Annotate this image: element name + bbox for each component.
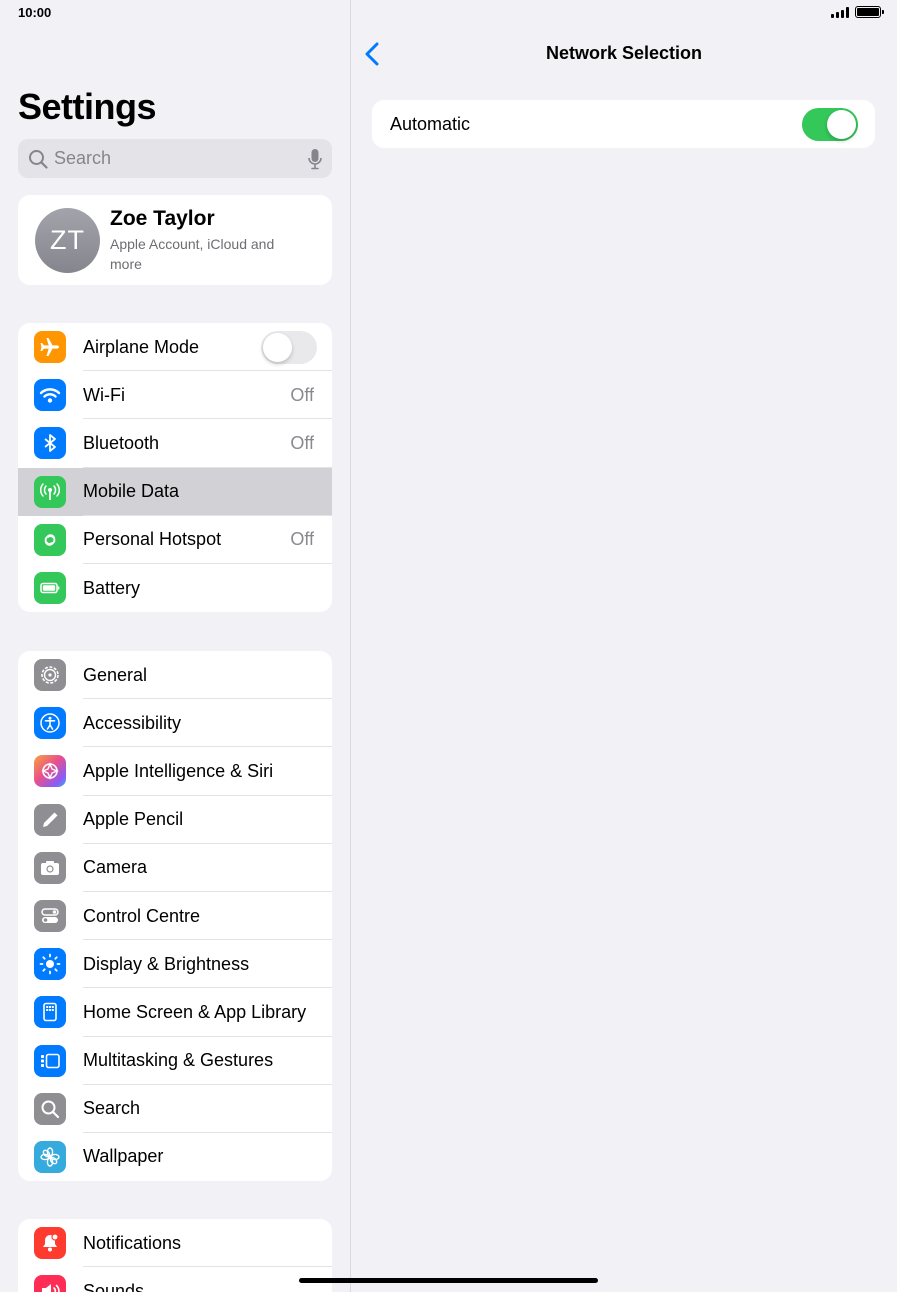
flower-icon — [34, 1140, 66, 1173]
sidebar-item-airplane-mode[interactable]: Airplane Mode — [18, 323, 332, 372]
status-icons — [831, 6, 884, 18]
sidebar-item-value: Off — [290, 384, 314, 405]
sidebar-item-notifications[interactable]: Notifications — [18, 1219, 332, 1268]
sidebar-item-label: Accessibility — [83, 712, 182, 733]
search-bar[interactable] — [18, 139, 332, 178]
sidebar-item-label: Control Centre — [83, 905, 201, 926]
search-input[interactable] — [54, 148, 308, 169]
sidebar-item-label: Apple Pencil — [83, 809, 184, 830]
sidebar-item-wi-fi[interactable]: Wi-Fi Off — [18, 371, 332, 420]
wifi-icon — [34, 379, 66, 412]
sidebar-item-camera[interactable]: Camera — [18, 844, 332, 892]
home-screen-icon — [34, 996, 66, 1029]
detail-header: Network Selection — [351, 30, 897, 78]
sidebar-item-label: Airplane Mode — [83, 336, 200, 357]
sidebar-item-label: Battery — [83, 577, 141, 598]
sidebar-item-label: Sounds — [83, 1280, 145, 1292]
settings-group-system: General Accessibility Apple Intelligence &… — [18, 651, 332, 1182]
sidebar-item-mobile-data[interactable]: Mobile Data — [18, 467, 332, 516]
sidebar-item-multitasking-and-gestures[interactable]: Multitasking & Gestures — [18, 1037, 332, 1085]
battery-icon — [34, 572, 66, 605]
sidebar-item-label: Camera — [83, 857, 148, 878]
microphone-icon[interactable] — [308, 148, 322, 170]
profile-subtitle: Apple Account, iCloud and more — [110, 235, 275, 272]
profile-card[interactable]: ZT Zoe Taylor Apple Account, iCloud and … — [18, 195, 332, 285]
sidebar-item-home-screen-and-app-library[interactable]: Home Screen & App Library — [18, 988, 332, 1037]
camera-icon — [34, 851, 66, 884]
control-centre-icon — [34, 900, 66, 933]
sidebar-item-label: Multitasking & Gestures — [83, 1050, 274, 1071]
search-icon — [29, 149, 48, 169]
sidebar-item-bluetooth[interactable]: Bluetooth Off — [18, 419, 332, 468]
sidebar-item-label: General — [83, 664, 148, 685]
automatic-row: Automatic — [372, 100, 875, 148]
speaker-icon — [34, 1275, 66, 1292]
sidebar-item-value: Off — [290, 432, 314, 453]
search-icon — [34, 1092, 66, 1125]
sidebar-item-apple-intelligence-and-siri[interactable]: Apple Intelligence & Siri — [18, 747, 332, 796]
sidebar-item-label: Home Screen & App Library — [83, 1001, 307, 1022]
sidebar-item-label: Apple Intelligence & Siri — [83, 760, 274, 781]
sidebar-item-label: Search — [83, 1098, 141, 1119]
airplane-icon — [34, 331, 66, 364]
sidebar-item-search[interactable]: Search — [18, 1085, 332, 1133]
page-title: Settings — [18, 86, 157, 127]
sidebar-item-display-and-brightness[interactable]: Display & Brightness — [18, 940, 332, 989]
status-time: 10:00 — [18, 5, 52, 20]
siri-icon — [34, 755, 66, 788]
sidebar-item-label: Wallpaper — [83, 1146, 164, 1167]
accessibility-icon — [34, 707, 66, 740]
sidebar-item-accessibility[interactable]: Accessibility — [18, 699, 332, 748]
bluetooth-icon — [34, 427, 66, 460]
sidebar-item-battery[interactable]: Battery — [18, 564, 332, 612]
sidebar-item-label: Personal Hotspot — [83, 529, 222, 550]
bell-icon — [34, 1227, 66, 1260]
automatic-toggle[interactable] — [802, 107, 858, 141]
sidebar-item-apple-pencil[interactable]: Apple Pencil — [18, 796, 332, 844]
settings-group-notifications: Notifications Sounds — [18, 1219, 332, 1292]
sidebar: Settings ZT Zoe Taylor Apple Account, iC… — [0, 0, 350, 1292]
status-bar: 10:00 — [0, 0, 897, 26]
profile-name: Zoe Taylor — [110, 206, 215, 230]
sidebar-item-label: Display & Brightness — [83, 953, 250, 974]
sidebar-item-label: Mobile Data — [83, 481, 180, 502]
automatic-label: Automatic — [390, 113, 471, 134]
avatar: ZT — [35, 207, 100, 273]
sidebar-item-sounds[interactable]: Sounds — [18, 1267, 332, 1292]
battery-status-icon — [855, 6, 884, 18]
airplane-mode-toggle[interactable] — [261, 330, 317, 364]
sun-icon — [34, 948, 66, 981]
sidebar-item-label: Bluetooth — [83, 432, 160, 453]
settings-group-connectivity: Airplane Mode Wi-Fi Off Bluetooth Off Mobile … — [18, 323, 332, 613]
sidebar-item-label: Notifications — [83, 1232, 182, 1253]
multitasking-icon — [34, 1044, 66, 1077]
signal-icon — [831, 6, 849, 18]
sidebar-item-label: Wi-Fi — [83, 384, 125, 405]
split-divider — [350, 0, 351, 1292]
sidebar-item-personal-hotspot[interactable]: Personal Hotspot Off — [18, 516, 332, 564]
antenna-icon — [34, 475, 66, 508]
sidebar-item-value: Off — [290, 529, 314, 550]
detail-title: Network Selection — [545, 43, 703, 63]
home-indicator[interactable] — [299, 1278, 598, 1283]
pencil-icon — [34, 803, 66, 836]
sidebar-item-control-centre[interactable]: Control Centre — [18, 892, 332, 941]
sidebar-item-general[interactable]: General — [18, 651, 332, 700]
hotspot-icon — [34, 523, 66, 556]
sidebar-item-wallpaper[interactable]: Wallpaper — [18, 1133, 332, 1181]
gear-icon — [34, 659, 66, 692]
